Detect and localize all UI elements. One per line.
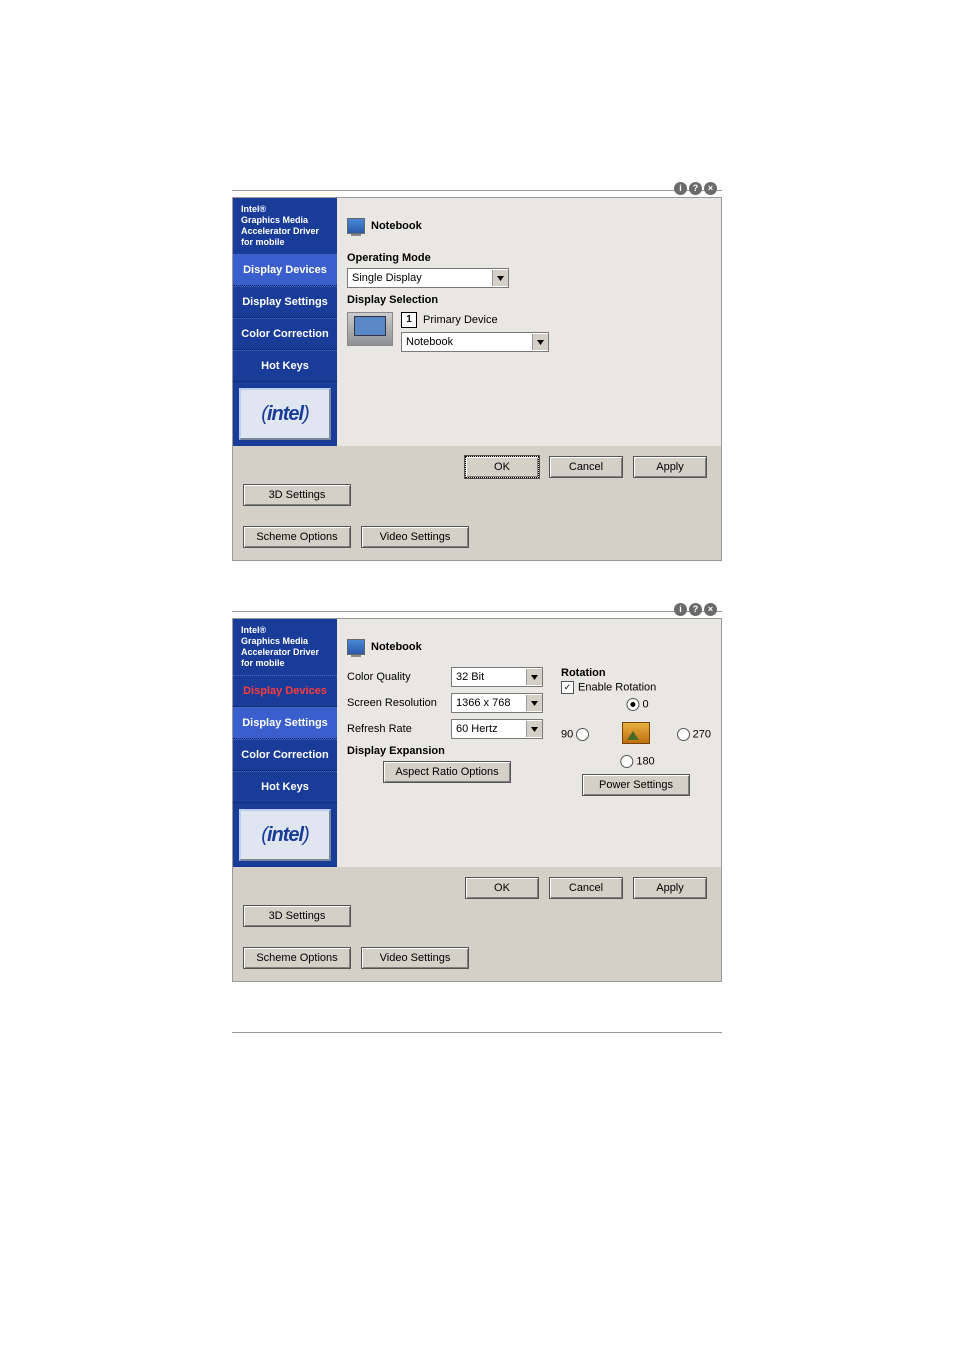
rotation-title: Rotation [561, 667, 711, 679]
ok-button[interactable]: OK [465, 456, 539, 478]
main-display-settings: Notebook Color Quality 32 Bit Screen Res… [337, 619, 721, 867]
operating-mode-select[interactable]: Single Display [347, 268, 509, 288]
extra-buttons: 3D Settings Scheme Options Video Setting… [233, 478, 721, 560]
sidebar-item-color-correction[interactable]: Color Correction [233, 739, 337, 771]
chevron-down-icon [526, 695, 542, 711]
primary-device-badge: 1 [401, 312, 417, 328]
color-quality-select[interactable]: 32 Bit [451, 667, 543, 687]
info-icon[interactable]: i [674, 182, 687, 195]
video-settings-button[interactable]: Video Settings [361, 526, 469, 548]
info-icon[interactable]: i [674, 603, 687, 616]
ok-button[interactable]: OK [465, 877, 539, 899]
chevron-down-icon [526, 669, 542, 685]
sidebar-item-display-devices[interactable]: Display Devices [233, 254, 337, 286]
3d-settings-button[interactable]: 3D Settings [243, 905, 351, 927]
monitor-icon [347, 218, 365, 234]
rotation-180[interactable]: 180 [617, 755, 654, 768]
color-quality-label: Color Quality [347, 671, 443, 683]
rotation-0[interactable]: 0 [623, 698, 648, 711]
sidebar-item-display-devices[interactable]: Display Devices [233, 675, 337, 707]
chevron-down-icon [532, 334, 548, 350]
dialog-buttons: OK Cancel Apply [233, 446, 721, 478]
chevron-down-icon [492, 270, 508, 286]
aspect-ratio-options-button[interactable]: Aspect Ratio Options [383, 761, 511, 783]
screen-resolution-select[interactable]: 1366 x 768 [451, 693, 543, 713]
help-icon[interactable]: ? [689, 182, 702, 195]
extra-buttons: 3D Settings Scheme Options Video Setting… [233, 899, 721, 981]
sidebar: Intel® Graphics Media Accelerator Driver… [233, 198, 337, 446]
dialog-buttons: OK Cancel Apply [233, 867, 721, 899]
monitor-icon [347, 639, 365, 655]
rotation-group: Rotation ✓Enable Rotation 0 90 270 180 P… [561, 667, 711, 796]
intel-graphics-panel-display-devices: i ? × Intel® Graphics Media Accelerator … [232, 197, 722, 561]
refresh-rate-select[interactable]: 60 Hertz [451, 719, 543, 739]
sidebar-item-color-correction[interactable]: Color Correction [233, 318, 337, 350]
enable-rotation-checkbox[interactable]: ✓Enable Rotation [561, 681, 711, 694]
main-display-devices: Notebook Operating Mode Single Display D… [337, 198, 721, 446]
close-icon[interactable]: × [704, 182, 717, 195]
primary-device-select[interactable]: Notebook [401, 332, 549, 352]
intel-graphics-panel-display-settings: i ? × Intel® Graphics Media Accelerator … [232, 618, 722, 982]
rotation-270[interactable]: 270 [674, 728, 711, 741]
video-settings-button[interactable]: Video Settings [361, 947, 469, 969]
screen-resolution-label: Screen Resolution [347, 697, 443, 709]
laptop-icon [347, 312, 393, 346]
sidebar: Intel® Graphics Media Accelerator Driver… [233, 619, 337, 867]
page-header: Notebook [371, 641, 422, 653]
operating-mode-label: Operating Mode [347, 252, 711, 264]
sidebar-item-hot-keys[interactable]: Hot Keys [233, 350, 337, 382]
close-icon[interactable]: × [704, 603, 717, 616]
cancel-button[interactable]: Cancel [549, 456, 623, 478]
titlebar-icons: i ? × [674, 603, 717, 616]
scheme-options-button[interactable]: Scheme Options [243, 526, 351, 548]
sidebar-item-hot-keys[interactable]: Hot Keys [233, 771, 337, 803]
scheme-options-button[interactable]: Scheme Options [243, 947, 351, 969]
chevron-down-icon [526, 721, 542, 737]
sidebar-title: Intel® Graphics Media Accelerator Driver… [233, 619, 337, 675]
intel-logo[interactable]: intel [239, 388, 331, 440]
refresh-rate-label: Refresh Rate [347, 723, 443, 735]
display-selection-label: Display Selection [347, 294, 711, 306]
power-settings-button[interactable]: Power Settings [582, 774, 690, 796]
rotation-90[interactable]: 90 [561, 728, 592, 741]
titlebar-icons: i ? × [674, 182, 717, 195]
sidebar-item-display-settings[interactable]: Display Settings [233, 286, 337, 318]
rotation-preview-icon [622, 722, 650, 744]
cancel-button[interactable]: Cancel [549, 877, 623, 899]
sidebar-item-display-settings[interactable]: Display Settings [233, 707, 337, 739]
page-header: Notebook [371, 220, 422, 232]
primary-device-label: Primary Device [423, 314, 498, 326]
3d-settings-button[interactable]: 3D Settings [243, 484, 351, 506]
apply-button[interactable]: Apply [633, 456, 707, 478]
intel-logo[interactable]: intel [239, 809, 331, 861]
help-icon[interactable]: ? [689, 603, 702, 616]
apply-button[interactable]: Apply [633, 877, 707, 899]
sidebar-title: Intel® Graphics Media Accelerator Driver… [233, 198, 337, 254]
checkbox-icon: ✓ [561, 681, 574, 694]
